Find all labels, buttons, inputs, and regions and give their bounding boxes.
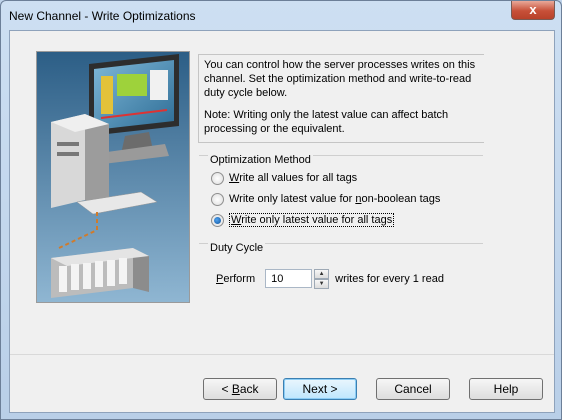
close-icon: x — [529, 2, 537, 17]
help-button[interactable]: Help — [469, 378, 543, 400]
spin-arrows-icon[interactable]: ▲ ▼ — [314, 269, 330, 289]
computer-and-plc-illustration — [36, 51, 190, 303]
radio-write-latest-non-boolean[interactable]: Write only latest value for non-boolean … — [211, 191, 440, 207]
optimization-method-group: Optimization Method Write all values for… — [199, 154, 483, 256]
radio-write-latest-all-tags[interactable]: Write only latest value for all tags — [211, 212, 395, 228]
radio-button-icon[interactable] — [211, 213, 224, 227]
duty-cycle-suffix: writes for every 1 read — [335, 272, 444, 285]
window-title: New Channel - Write Optimizations — [9, 9, 196, 23]
spin-up-button[interactable]: ▲ — [314, 269, 330, 279]
back-button[interactable]: < Back — [203, 378, 277, 400]
illustration-graphic — [37, 52, 189, 302]
radio-button-icon[interactable] — [211, 171, 224, 185]
info-note: Note: Writing only the latest value can … — [204, 109, 449, 135]
duty-cycle-group: Duty Cycle Perform 10 ▲ ▼ writes for eve… — [199, 242, 483, 304]
title-bar[interactable]: New Channel - Write Optimizations x — [1, 1, 561, 31]
duty-cycle-label: Duty Cycle — [208, 242, 266, 254]
info-text: You can control how the server processes… — [204, 59, 476, 99]
option-label: Write only latest value for all tags — [229, 213, 395, 227]
close-button[interactable]: x — [511, 1, 555, 20]
next-button[interactable]: Next > — [283, 378, 357, 400]
duty-cycle-input[interactable]: 10 — [265, 269, 313, 288]
optimization-method-label: Optimization Method — [208, 154, 313, 166]
perform-label: Perform — [216, 272, 256, 285]
footer-divider — [10, 354, 554, 355]
option-label: Write only latest value for non-boolean … — [229, 193, 441, 205]
spin-down-button[interactable]: ▼ — [314, 279, 330, 289]
cancel-button[interactable]: Cancel — [376, 378, 450, 400]
duty-cycle-row: Perform 10 ▲ ▼ writes for every 1 read — [216, 269, 444, 289]
dialog-body: You can control how the server processes… — [9, 30, 555, 413]
radio-button-icon[interactable] — [211, 192, 224, 206]
dialog-window: New Channel - Write Optimizations x You … — [0, 0, 562, 420]
radio-write-all-values[interactable]: Write all values for all tags — [211, 170, 357, 186]
info-panel: You can control how the server processes… — [198, 54, 484, 143]
option-label: Write all values for all tags — [229, 172, 358, 184]
